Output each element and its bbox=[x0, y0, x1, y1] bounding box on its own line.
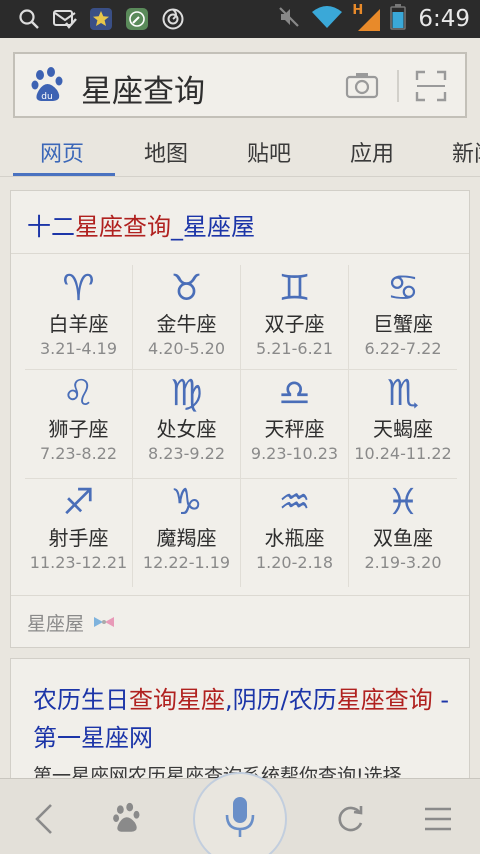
title-highlight: 查询 bbox=[129, 686, 177, 714]
zodiac-cell[interactable]: ♎ 天秤座 9.23-10.23 bbox=[241, 370, 349, 479]
card-divider bbox=[11, 253, 469, 254]
microphone-icon bbox=[223, 795, 257, 843]
zodiac-name: 天秤座 bbox=[264, 417, 325, 441]
wifi-icon bbox=[310, 4, 344, 34]
zodiac-dates: 9.23-10.23 bbox=[250, 444, 339, 463]
back-icon[interactable] bbox=[24, 799, 64, 839]
zodiac-cell[interactable]: ♋ 巨蟹座 6.22-7.22 bbox=[349, 265, 457, 370]
tab-web[interactable]: 网页 bbox=[40, 136, 84, 168]
title-text: 农历生日 bbox=[33, 686, 129, 714]
clock: 6:49 bbox=[418, 6, 470, 32]
zodiac-cell[interactable]: ♏ 天蝎座 10.24-11.22 bbox=[349, 370, 457, 479]
search-icon bbox=[16, 6, 42, 32]
zodiac-dates: 7.23-8.22 bbox=[39, 444, 118, 463]
zodiac-name: 处女座 bbox=[156, 417, 217, 441]
scan-icon[interactable] bbox=[415, 70, 447, 106]
camera-icon[interactable] bbox=[345, 70, 379, 104]
title-text: ,阴历/农历 bbox=[225, 686, 337, 714]
zodiac-name: 水瓶座 bbox=[264, 526, 325, 550]
zodiac-name: 巨蟹座 bbox=[373, 312, 433, 336]
refresh-icon[interactable] bbox=[330, 799, 370, 839]
menu-icon[interactable] bbox=[418, 799, 458, 839]
notification-icons bbox=[16, 6, 186, 32]
zodiac-sign-icon: ♒ bbox=[278, 481, 311, 523]
source-label: 星座屋 bbox=[27, 613, 85, 635]
zodiac-cell[interactable]: ♐ 射手座 11.23-12.21 bbox=[25, 479, 133, 587]
zodiac-cell[interactable]: ♌ 狮子座 7.23-8.22 bbox=[25, 370, 133, 479]
search-divider bbox=[397, 70, 399, 102]
result-source[interactable]: 星座屋 bbox=[27, 609, 116, 636]
zodiac-dates: 6.22-7.22 bbox=[364, 339, 442, 358]
zodiac-sign-icon: ♐ bbox=[62, 481, 95, 523]
result-card-zodiac: 十二星座查询_星座屋 ♈ 白羊座 3.21-4.19 ♉ 金牛座 4.20-5.20 ♊ 双子… bbox=[10, 190, 470, 648]
tab-tieba[interactable]: 贴吧 bbox=[247, 136, 291, 168]
title-highlight: 星座查询 bbox=[75, 213, 171, 241]
zodiac-name: 魔羯座 bbox=[156, 526, 217, 550]
zodiac-sign-icon: ♑ bbox=[170, 481, 203, 523]
zodiac-name: 双子座 bbox=[264, 312, 325, 336]
search-box[interactable]: du 星座查询 bbox=[13, 52, 467, 118]
title-highlight: 星座 bbox=[336, 686, 385, 714]
zodiac-sign-icon: ♌ bbox=[62, 372, 95, 414]
result-title[interactable]: 十二星座查询_星座屋 bbox=[27, 207, 255, 242]
mute-icon bbox=[276, 5, 302, 33]
zodiac-cell[interactable]: ♈ 白羊座 3.21-4.19 bbox=[25, 265, 133, 370]
zodiac-dates: 12.22-1.19 bbox=[142, 553, 231, 572]
zodiac-dates: 8.23-9.22 bbox=[147, 444, 226, 463]
tab-news[interactable]: 新闻 bbox=[452, 136, 480, 168]
zodiac-dates: 11.23-12.21 bbox=[29, 553, 128, 572]
status-bar: H 6:49 bbox=[0, 0, 480, 38]
zodiac-name: 白羊座 bbox=[48, 312, 109, 336]
zodiac-cell[interactable]: ♑ 魔羯座 12.22-1.19 bbox=[133, 479, 241, 587]
system-icons: H 6:49 bbox=[276, 3, 470, 34]
card-footer-divider bbox=[11, 595, 469, 596]
baidu-paw-icon: du bbox=[31, 66, 67, 110]
tab-apps[interactable]: 应用 bbox=[350, 136, 394, 168]
zodiac-sign-icon: ♍ bbox=[170, 372, 203, 414]
star-badge-icon bbox=[88, 6, 114, 32]
zodiac-sign-icon: ♓ bbox=[386, 481, 420, 523]
zodiac-sign-icon: ♏ bbox=[386, 372, 420, 414]
zodiac-cell[interactable]: ♒ 水瓶座 1.20-2.18 bbox=[241, 479, 349, 587]
zodiac-name: 双鱼座 bbox=[373, 526, 433, 550]
title-prefix: 十二 bbox=[27, 213, 75, 241]
tabs-divider bbox=[0, 176, 480, 177]
zodiac-cell[interactable]: ♍ 处女座 8.23-9.22 bbox=[133, 370, 241, 479]
zodiac-dates: 1.20-2.18 bbox=[255, 553, 334, 572]
zodiac-cell[interactable]: ♓ 双鱼座 2.19-3.20 bbox=[349, 479, 457, 587]
zodiac-cell[interactable]: ♉ 金牛座 4.20-5.20 bbox=[133, 265, 241, 370]
title-suffix: _星座屋 bbox=[171, 213, 255, 241]
zodiac-cell[interactable]: ♊ 双子座 5.21-6.21 bbox=[241, 265, 349, 370]
zodiac-name: 天蝎座 bbox=[373, 417, 433, 441]
tab-map[interactable]: 地图 bbox=[144, 136, 188, 168]
zodiac-name: 金牛座 bbox=[156, 312, 217, 336]
browser-icon bbox=[160, 6, 186, 32]
bow-tie-icon bbox=[92, 612, 116, 634]
zodiac-name: 狮子座 bbox=[48, 417, 109, 441]
zodiac-dates: 10.24-11.22 bbox=[354, 444, 452, 463]
zodiac-dates: 3.21-4.19 bbox=[39, 339, 118, 358]
search-tabs: 网页 地图 贴吧 应用 新闻 bbox=[0, 130, 480, 178]
zodiac-sign-icon: ♋ bbox=[386, 267, 420, 309]
zodiac-sign-icon: ♈ bbox=[62, 267, 95, 309]
zodiac-dates: 4.20-5.20 bbox=[147, 339, 226, 358]
zodiac-sign-icon: ♎ bbox=[278, 372, 311, 414]
zodiac-dates: 5.21-6.21 bbox=[255, 339, 334, 358]
zodiac-sign-icon: ♉ bbox=[170, 267, 203, 309]
zodiac-sign-icon: ♊ bbox=[278, 267, 311, 309]
zodiac-name: 射手座 bbox=[48, 526, 109, 550]
mail-check-icon bbox=[52, 6, 78, 32]
title-highlight: 星座 bbox=[177, 686, 225, 714]
baidu-paw-icon[interactable] bbox=[108, 799, 148, 839]
search-query[interactable]: 星座查询 bbox=[81, 66, 205, 111]
compass-icon bbox=[124, 6, 150, 32]
battery-icon bbox=[390, 4, 407, 34]
title-highlight: 查询 bbox=[384, 686, 433, 714]
zodiac-dates: 2.19-3.20 bbox=[364, 553, 442, 572]
signal-icon: H bbox=[352, 3, 382, 33]
result-title[interactable]: 农历生日查询星座,阴历/农历星座查询 - 第一星座网 bbox=[33, 681, 453, 757]
svg-text:du: du bbox=[41, 92, 52, 102]
